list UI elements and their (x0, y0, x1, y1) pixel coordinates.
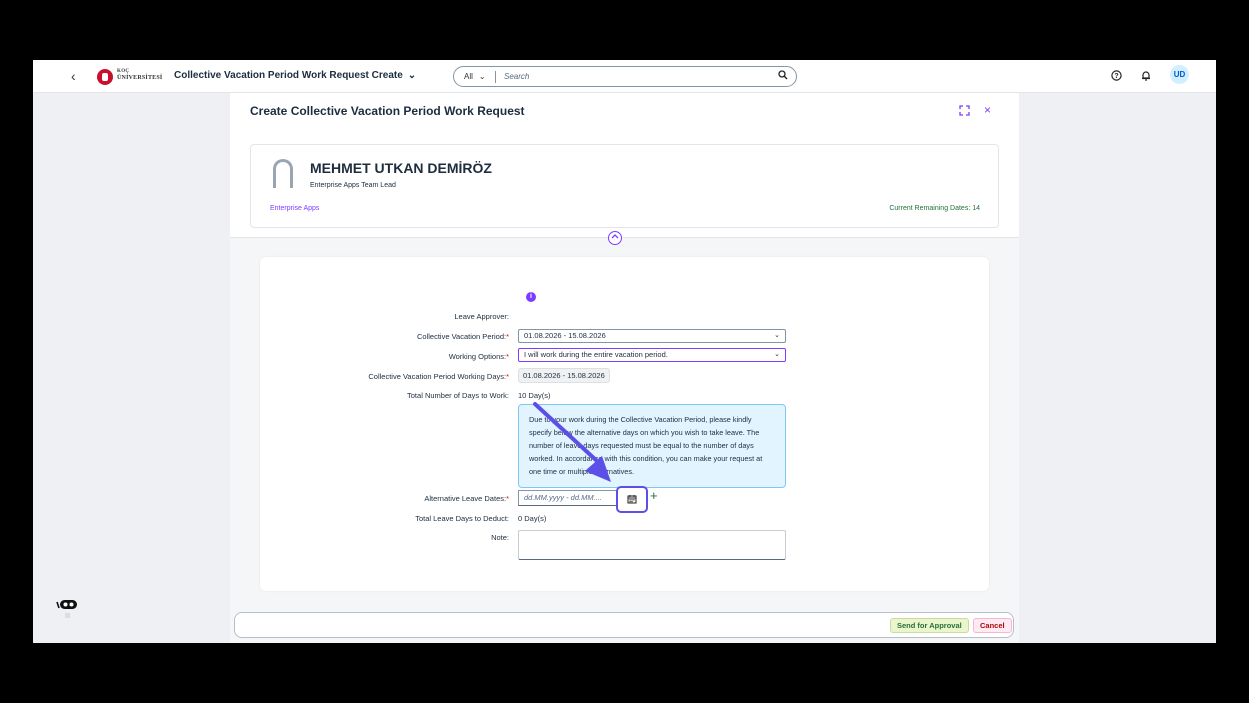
period-select[interactable]: 01.08.2026 - 15.08.2026 ⌄ (518, 329, 786, 343)
period-label: Collective Vacation Period:* (417, 332, 509, 341)
leave-approver-label: Leave Approver: (454, 312, 509, 321)
search-scope-value: All (464, 72, 473, 81)
bell-icon[interactable] (1141, 70, 1151, 84)
chevron-down-icon: ⌄ (774, 332, 780, 339)
help-icon[interactable]: ? (1111, 69, 1122, 84)
total-days-value: 10 Day(s) (518, 391, 551, 400)
info-icon[interactable]: i (526, 292, 536, 302)
person-placeholder-icon (270, 159, 296, 189)
chevron-down-icon: ⌄ (478, 72, 486, 81)
remaining-dates: Current Remaining Dates: 14 (889, 205, 980, 212)
working-days-token[interactable]: 01.08.2026 - 15.08.2026 (518, 368, 610, 383)
employee-name: MEHMET UTKAN DEMİRÖZ (310, 160, 492, 176)
chevron-down-icon: ⌄ (774, 351, 780, 358)
university-logo[interactable]: KOÇ ÜNİVERSİTESİ (97, 69, 177, 85)
info-message-strip: Due to your work during the Collective V… (518, 404, 786, 488)
calendar-icon (627, 491, 637, 509)
note-label: Note: (491, 533, 509, 542)
logo-line1: KOÇ (117, 69, 130, 74)
app-title-menu[interactable]: Collective Vacation Period Work Request … (174, 70, 416, 81)
org-unit-link[interactable]: Enterprise Apps (270, 205, 319, 212)
add-alternative-icon[interactable]: + (650, 488, 658, 503)
request-form: i Leave Approver: Collective Vacation Pe… (260, 257, 989, 591)
cancel-button[interactable]: Cancel (973, 618, 1012, 633)
shell-actions: ? UD (1111, 65, 1189, 84)
user-avatar[interactable]: UD (1170, 65, 1189, 84)
logo-line2: ÜNİVERSİTESİ (117, 75, 163, 81)
assistant-icon[interactable] (55, 599, 77, 618)
search-input[interactable]: Search (496, 72, 770, 81)
close-icon[interactable]: × (984, 103, 991, 117)
working-days-label: Collective Vacation Period Working Days:… (368, 372, 509, 381)
period-value: 01.08.2026 - 15.08.2026 (524, 331, 606, 340)
calendar-button[interactable] (616, 486, 648, 513)
svg-text:?: ? (1114, 73, 1118, 80)
back-chevron-icon[interactable]: ‹ (71, 68, 76, 84)
logo-seal (97, 69, 113, 85)
alt-dates-label: Alternative Leave Dates:* (424, 494, 509, 503)
page-header: Create Collective Vacation Period Work R… (230, 93, 1019, 238)
fullscreen-icon[interactable] (959, 105, 970, 119)
app-title: Collective Vacation Period Work Request … (174, 70, 403, 81)
app-window: ‹ KOÇ ÜNİVERSİTESİ Collective Vacation P… (33, 60, 1216, 643)
employee-card: MEHMET UTKAN DEMİRÖZ Enterprise Apps Tea… (250, 144, 999, 228)
shell-bar: ‹ KOÇ ÜNİVERSİTESİ Collective Vacation P… (33, 60, 1216, 93)
object-page: Create Collective Vacation Period Work R… (230, 93, 1019, 643)
footer-toolbar: Send for Approval Cancel (234, 612, 1014, 638)
deduct-value: 0 Day(s) (518, 514, 547, 523)
working-options-label: Working Options:* (448, 352, 509, 361)
working-options-value: I will work during the entire vacation p… (524, 350, 668, 359)
send-for-approval-button[interactable]: Send for Approval (890, 618, 969, 633)
working-options-select[interactable]: I will work during the entire vacation p… (518, 348, 786, 362)
note-textarea[interactable] (518, 530, 786, 560)
search-field[interactable]: All ⌄ Search (453, 66, 797, 87)
employee-role: Enterprise Apps Team Lead (310, 182, 396, 189)
collapse-header-button[interactable] (608, 231, 622, 245)
alt-dates-input[interactable]: dd.MM.yyyy - dd.MM.... (518, 490, 618, 506)
chevron-down-icon: ⌄ (407, 70, 417, 81)
page-title: Create Collective Vacation Period Work R… (250, 104, 525, 118)
deduct-label: Total Leave Days to Deduct: (415, 514, 509, 523)
total-days-label: Total Number of Days to Work: (407, 391, 509, 400)
search-scope-select[interactable]: All ⌄ (454, 70, 496, 83)
search-icon[interactable] (770, 70, 796, 83)
